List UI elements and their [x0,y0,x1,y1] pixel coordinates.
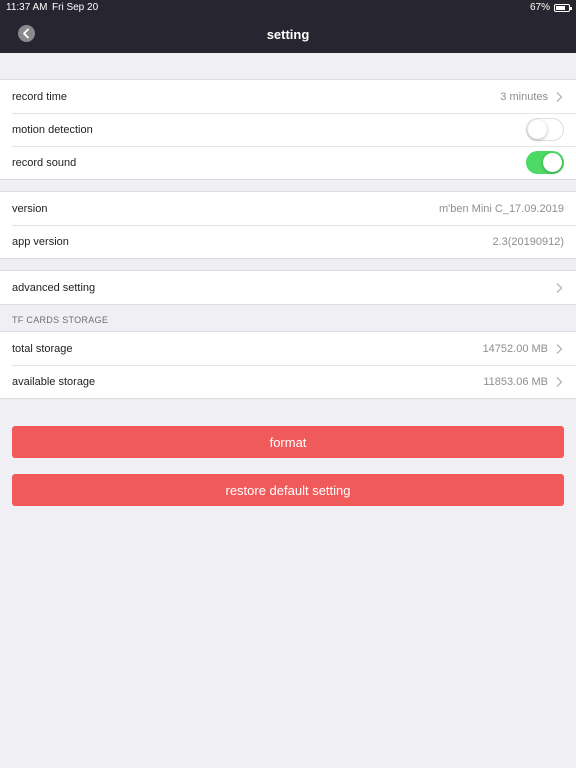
nav-bar: setting [0,16,576,53]
page-title: setting [266,27,310,42]
motion-detection-label: motion detection [12,123,93,136]
motion-detection-toggle[interactable] [526,118,564,141]
storage-section-header: TF CARDS STORAGE [12,315,109,325]
chevron-right-icon [556,91,563,102]
version-label: version [12,202,48,215]
motion-detection-row: motion detection [0,113,576,146]
status-time: 11:37 AM [6,2,48,13]
toggle-knob [543,153,562,172]
chevron-right-icon [556,376,563,387]
record-time-label: record time [12,90,68,103]
version-row: version m'ben Mini C_17.09.2019 [0,192,576,225]
total-storage-value: 14752.00 MB [482,342,548,355]
toggle-knob [528,120,547,139]
battery-percentage: 67% [529,2,550,13]
record-sound-toggle[interactable] [526,151,564,174]
available-storage-row[interactable]: available storage 11853.06 MB [0,365,576,398]
available-storage-value: 11853.06 MB [483,375,548,388]
restore-default-button[interactable]: restore default setting [12,474,564,506]
version-value: m'ben Mini C_17.09.2019 [438,202,564,215]
recording-settings-group: record time 3 minutes motion detection r… [0,79,576,180]
advanced-group: advanced setting [0,270,576,305]
app-version-value: 2.3(20190912) [492,235,564,248]
version-info-group: version m'ben Mini C_17.09.2019 app vers… [0,191,576,259]
battery-icon [554,4,572,12]
total-storage-label: total storage [12,342,73,355]
app-version-label: app version [12,235,69,248]
format-button[interactable]: format [12,426,564,458]
chevron-right-icon [556,343,563,354]
record-sound-row: record sound [0,146,576,179]
status-date: Fri Sep 20 [52,2,99,13]
advanced-setting-row[interactable]: advanced setting [0,271,576,304]
app-version-row: app version 2.3(20190912) [0,225,576,258]
record-time-row[interactable]: record time 3 minutes [0,80,576,113]
available-storage-label: available storage [12,375,96,388]
record-sound-label: record sound [12,156,77,169]
record-time-value: 3 minutes [500,90,548,103]
chevron-right-icon [556,282,563,293]
advanced-setting-label: advanced setting [12,281,96,294]
total-storage-row[interactable]: total storage 14752.00 MB [0,332,576,365]
status-bar: 11:37 AM Fri Sep 20 67% [0,0,576,16]
storage-group: total storage 14752.00 MB available stor… [0,331,576,399]
